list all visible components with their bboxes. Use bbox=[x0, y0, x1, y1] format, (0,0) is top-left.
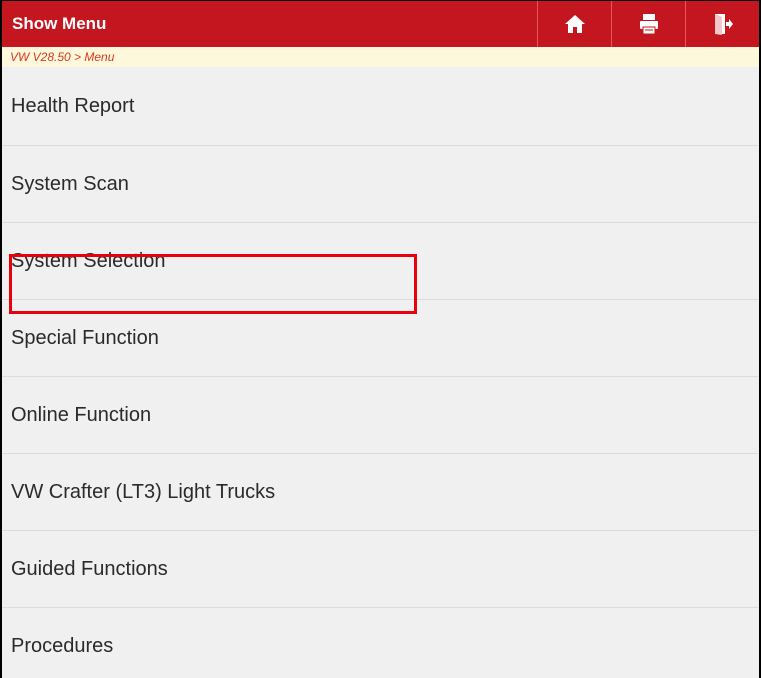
menu-item-vw-crafter-light-trucks[interactable]: VW Crafter (LT3) Light Trucks bbox=[2, 453, 759, 530]
menu-item-special-function[interactable]: Special Function bbox=[2, 299, 759, 376]
print-button[interactable] bbox=[611, 1, 685, 47]
menu-item-procedures[interactable]: Procedures bbox=[2, 607, 759, 678]
menu-item-online-function[interactable]: Online Function bbox=[2, 376, 759, 453]
title-bar: Show Menu bbox=[2, 1, 759, 47]
menu-item-guided-functions[interactable]: Guided Functions bbox=[2, 530, 759, 607]
menu-item-system-scan[interactable]: System Scan bbox=[2, 145, 759, 222]
home-button[interactable] bbox=[537, 1, 611, 47]
breadcrumb: VW V28.50 > Menu bbox=[2, 47, 759, 67]
page-title: Show Menu bbox=[12, 14, 107, 33]
menu-item-health-report[interactable]: Health Report bbox=[2, 67, 759, 145]
print-icon bbox=[639, 13, 659, 35]
home-icon bbox=[564, 14, 586, 34]
menu-item-system-selection[interactable]: System Selection bbox=[2, 222, 759, 299]
menu-list: Health Report System Scan System Selecti… bbox=[2, 67, 759, 678]
exit-button[interactable] bbox=[685, 1, 759, 47]
app-window: Show Menu VW V28.50 > Menu Health Report… bbox=[0, 0, 761, 678]
exit-icon bbox=[713, 13, 733, 35]
